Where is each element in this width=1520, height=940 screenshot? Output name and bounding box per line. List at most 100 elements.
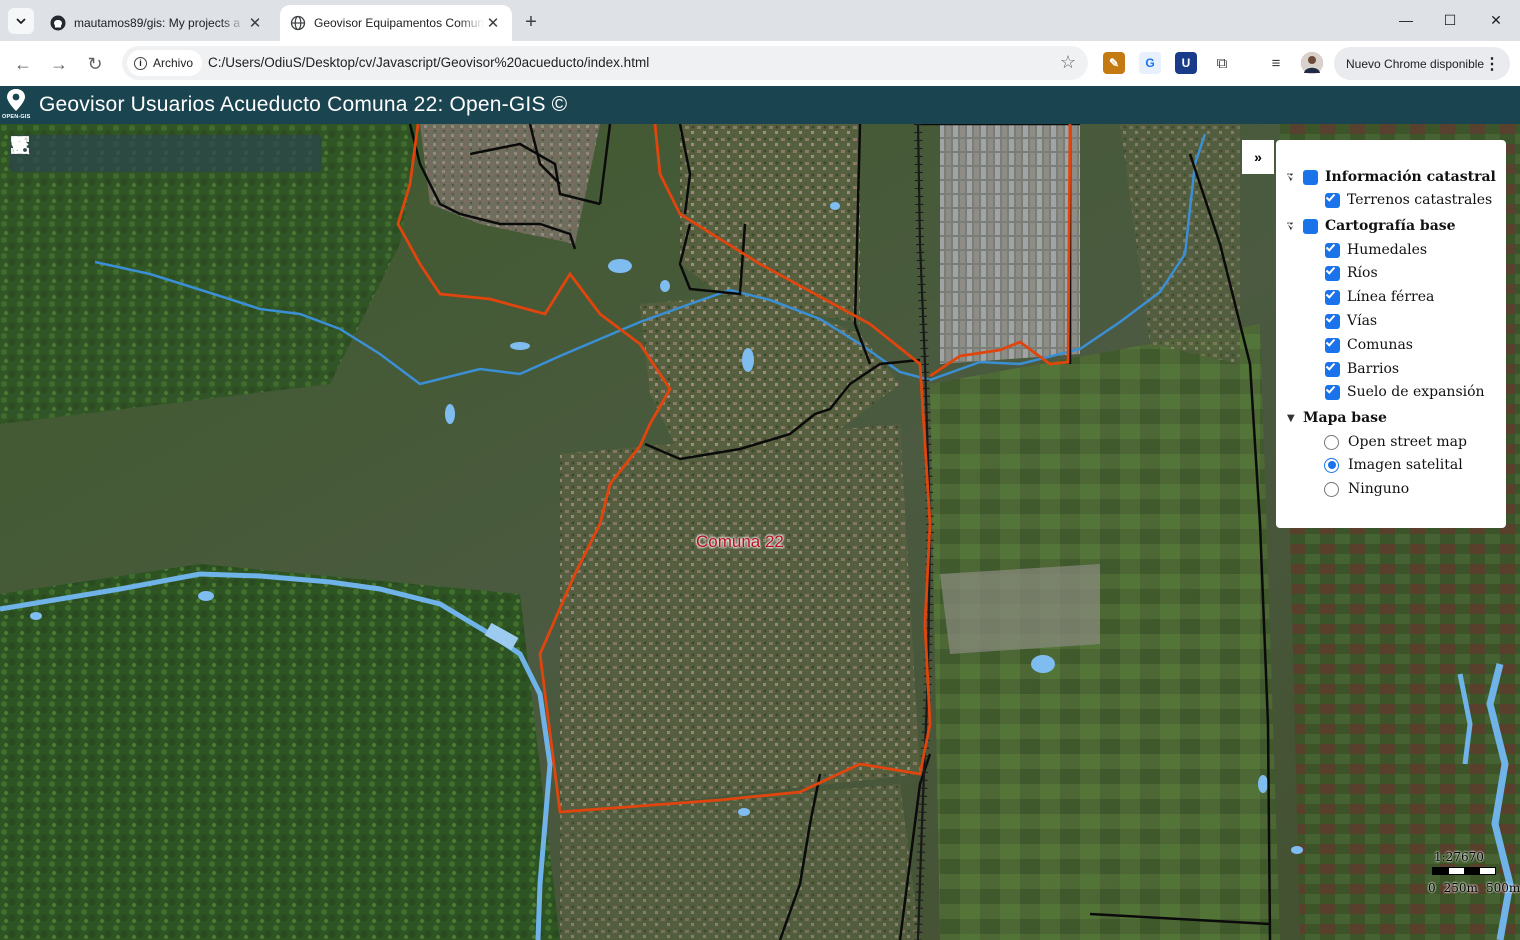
extension-icon-2[interactable]: U — [1175, 52, 1197, 74]
info-icon: i — [134, 56, 147, 70]
basemap-imagen-satelital[interactable]: Imagen satelital — [1324, 457, 1463, 473]
checkbox-checked[interactable] — [1287, 169, 1318, 185]
checkbox-checked[interactable] — [1325, 337, 1340, 353]
close-tab-icon[interactable]: ✕ — [246, 14, 264, 32]
logo-text: OPEN-GIS — [2, 114, 31, 120]
layer-item-terrenos-catastrales[interactable]: Terrenos catastrales — [1325, 192, 1492, 208]
comuna-label: Comuna 22 — [696, 532, 784, 551]
zoom-in-tool[interactable] — [11, 135, 246, 172]
layer-group-label: Mapa base — [1303, 410, 1387, 426]
radio-unselected[interactable] — [1324, 434, 1339, 450]
browser-toolbar: ← → ↻ i Archivo C:/Users/OdiuS/Desktop/c… — [0, 41, 1520, 86]
query-tool[interactable] — [13, 135, 323, 172]
layer-label: Humedales — [1347, 242, 1428, 258]
browser-tab-geovisor[interactable]: Geovisor Equipamentos Comun ✕ — [280, 5, 512, 41]
scale-tick: 250m — [1443, 881, 1478, 895]
open-gis-logo: OPEN-GIS — [0, 86, 34, 124]
check-icon — [1325, 266, 1336, 275]
radio-unselected[interactable] — [1324, 481, 1339, 497]
back-arrow-icon[interactable]: ← — [10, 51, 36, 77]
basemap-label: Open street map — [1348, 434, 1467, 450]
check-icon — [1325, 338, 1336, 347]
layer-label: Terrenos catastrales — [1347, 192, 1493, 208]
measure-area-tool[interactable] — [13, 135, 207, 172]
layer-item-humedales[interactable]: Humedales — [1325, 242, 1427, 258]
scale-tick: 0 — [1428, 881, 1436, 895]
checkbox-checked[interactable] — [1325, 242, 1340, 258]
translate-icon[interactable]: G — [1139, 52, 1161, 74]
reload-icon[interactable]: ↻ — [82, 51, 108, 77]
site-info-chip[interactable]: i Archivo — [127, 50, 203, 76]
layer-group-informacion-catastral[interactable]: ▼ Información catastral — [1287, 169, 1496, 185]
tab-title: Geovisor Equipamentos Comun — [314, 16, 484, 30]
media-queue-icon[interactable]: ≡ — [1265, 52, 1287, 74]
checkbox-checked[interactable] — [1287, 218, 1318, 234]
fullscreen-tool[interactable] — [11, 135, 92, 172]
close-window-icon[interactable]: ✕ — [1484, 8, 1508, 32]
layer-group-label: Cartografía base — [1325, 218, 1456, 234]
check-icon — [1287, 170, 1298, 179]
layer-item-barrios[interactable]: Barrios — [1325, 361, 1399, 377]
check-icon — [1325, 314, 1336, 323]
browser-tab-strip: mautamos89/gis: My projects a ✕ Geovisor… — [0, 0, 1520, 41]
new-tab-button[interactable]: + — [519, 10, 543, 34]
tab-title: mautamos89/gis: My projects a — [74, 16, 241, 30]
check-icon — [1325, 362, 1336, 371]
github-icon — [50, 15, 66, 31]
maximize-icon[interactable]: ☐ — [1438, 8, 1462, 32]
extensions-puzzle-icon[interactable]: ⧉ — [1211, 52, 1233, 74]
layer-group-cartografia-base[interactable]: ▼ Cartografía base — [1287, 218, 1456, 234]
forward-arrow-icon[interactable]: → — [46, 51, 72, 77]
scale-bar: 1:27670 0 250m 500m — [1426, 850, 1520, 900]
checkbox-checked[interactable] — [1325, 361, 1340, 377]
app-title: Geovisor Usuarios Acueducto Comuna 22: O… — [39, 93, 568, 116]
check-icon — [1325, 243, 1336, 252]
update-label: Nuevo Chrome disponible — [1346, 56, 1485, 71]
radio-selected[interactable] — [1324, 457, 1339, 473]
globe-icon — [290, 15, 306, 31]
layer-item-linea-ferrea[interactable]: Línea férrea — [1325, 289, 1434, 305]
basemap-open-street-map[interactable]: Open street map — [1324, 434, 1467, 450]
minimize-icon[interactable]: — — [1394, 8, 1418, 32]
basemap-ninguno[interactable]: Ninguno — [1324, 481, 1409, 497]
layer-group-label: Información catastral — [1325, 169, 1496, 185]
layer-label: Suelo de expansión — [1347, 384, 1485, 400]
map-toolbar — [10, 135, 322, 172]
url-text[interactable]: C:/Users/OdiuS/Desktop/cv/Javascript/Geo… — [208, 55, 649, 70]
layer-label: Vías — [1347, 313, 1378, 329]
close-tab-icon[interactable]: ✕ — [484, 14, 502, 32]
chevron-down-icon — [16, 18, 26, 25]
checkbox-checked[interactable] — [1325, 313, 1340, 329]
profile-avatar[interactable] — [1301, 52, 1323, 74]
layer-panel: ▼ Información catastral Terrenos catastr… — [1276, 140, 1506, 528]
layer-item-suelo-de-expansion[interactable]: Suelo de expansión — [1325, 384, 1485, 400]
layer-item-comunas[interactable]: Comunas — [1325, 337, 1413, 353]
extension-icon-1[interactable]: ✎ — [1103, 52, 1125, 74]
checkbox-checked[interactable] — [1325, 265, 1340, 281]
scale-tick: 500m — [1485, 881, 1520, 895]
layer-label: Ríos — [1347, 265, 1378, 281]
layer-group-mapa-base[interactable]: ▼ Mapa base — [1287, 410, 1387, 426]
database-icon — [13, 136, 30, 155]
basemap-label: Imagen satelital — [1348, 457, 1463, 473]
bookmark-star-icon[interactable]: ☆ — [1060, 52, 1076, 73]
layer-item-vias[interactable]: Vías — [1325, 313, 1377, 329]
address-bar[interactable]: i Archivo C:/Users/OdiuS/Desktop/cv/Java… — [122, 46, 1088, 80]
kebab-menu-icon[interactable]: ⋮ — [1484, 54, 1500, 74]
search-tool[interactable] — [11, 135, 284, 172]
browser-tab-github[interactable]: mautamos89/gis: My projects a ✕ — [40, 5, 274, 41]
layer-panel-collapse-button[interactable]: » — [1242, 140, 1274, 174]
measure-length-tool[interactable] — [15, 135, 169, 172]
scale-ticks: 0 250m 500m — [1428, 881, 1520, 895]
chevron-down-icon[interactable]: ▼ — [1287, 413, 1299, 424]
scale-ratio: 1:27670 — [1434, 850, 1484, 864]
checkbox-checked[interactable] — [1325, 384, 1340, 400]
info-tool[interactable] — [17, 135, 130, 172]
tab-search-button[interactable] — [8, 8, 34, 34]
layer-label: Comunas — [1347, 337, 1413, 353]
layer-item-rios[interactable]: Ríos — [1325, 265, 1378, 281]
checkbox-checked[interactable] — [1325, 289, 1340, 305]
chrome-update-button[interactable]: Nuevo Chrome disponible ⋮ — [1334, 47, 1510, 80]
checkbox-checked[interactable] — [1325, 192, 1340, 208]
map-viewport[interactable]: Comuna 22 » ▼ Información catastral Terr… — [0, 124, 1520, 940]
